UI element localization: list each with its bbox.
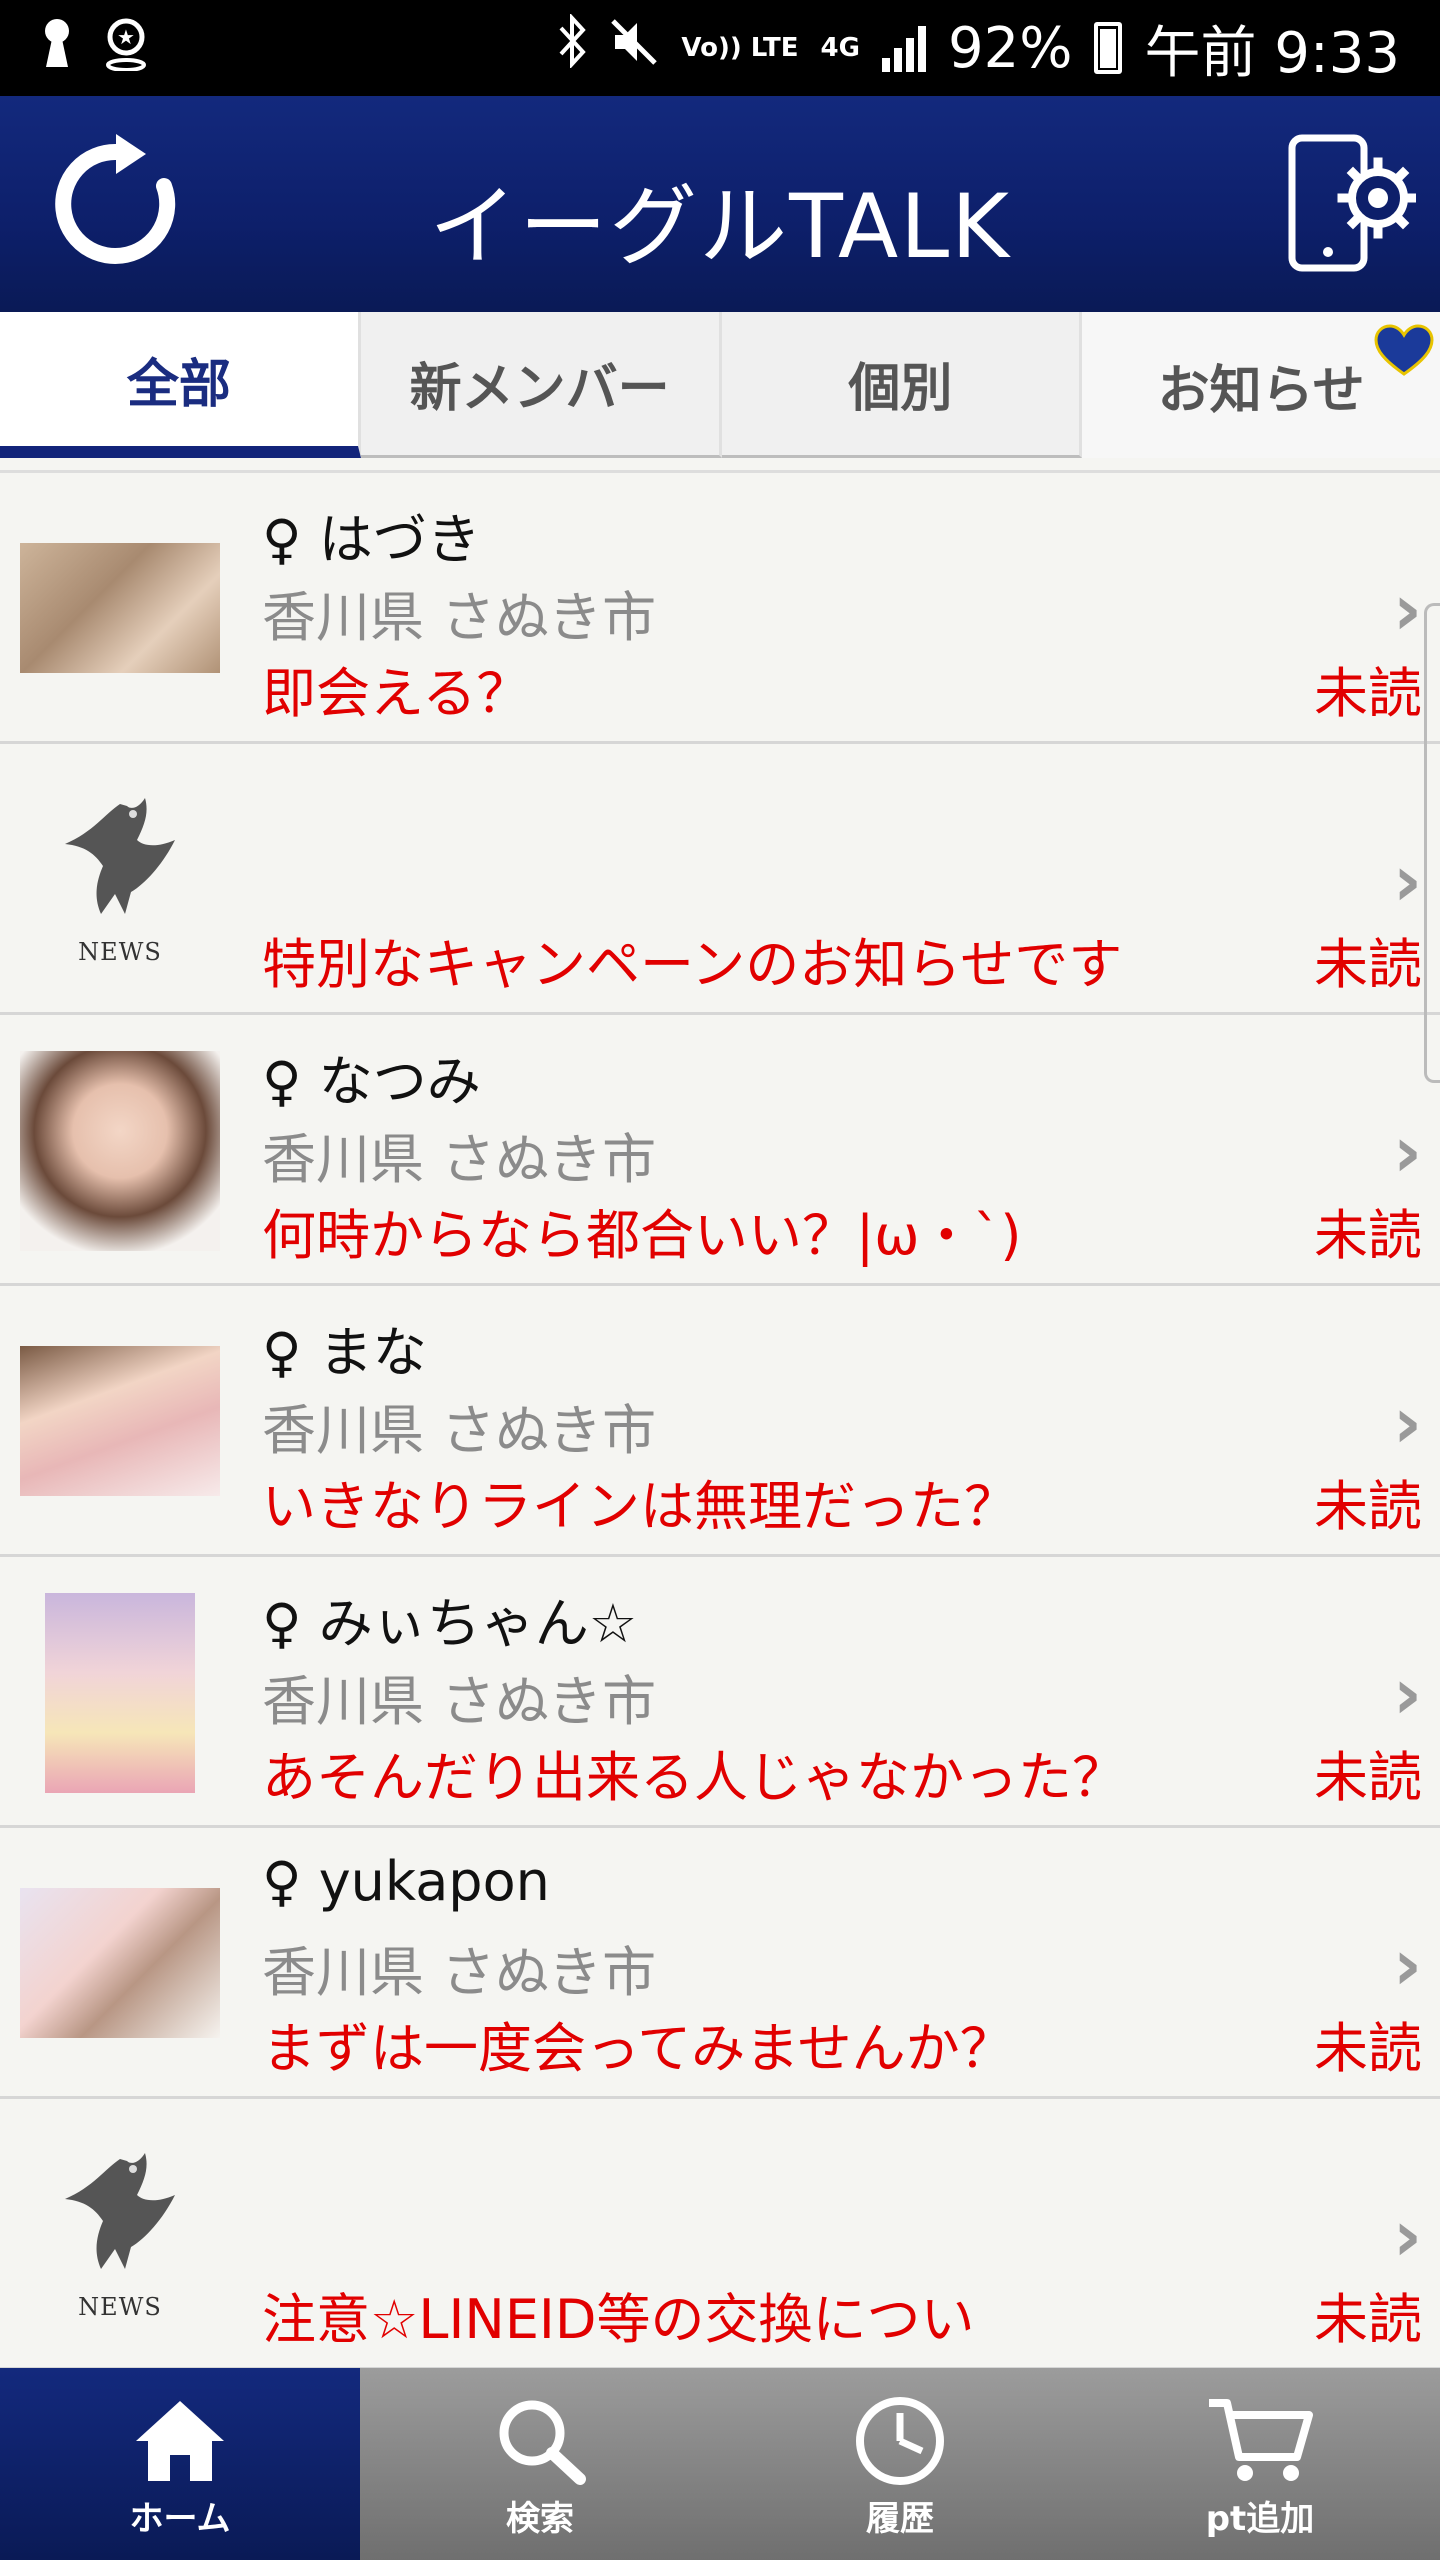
heart-icon xyxy=(1374,324,1434,376)
app-title: イーグルTALK xyxy=(429,175,1011,278)
member-name: ♀ まな xyxy=(262,1321,427,1384)
member-location: 香川県 さぬき市 xyxy=(262,586,657,649)
location-star-icon: ★ xyxy=(102,15,150,82)
volte-indicator: Vo)) LTE xyxy=(681,33,799,63)
nav-home[interactable]: ホーム xyxy=(0,2368,360,2560)
chevron-right-icon: › xyxy=(1393,1924,1422,2006)
eagle-news-icon: NEWS xyxy=(40,2139,200,2329)
battery-icon xyxy=(1094,22,1123,74)
unread-status: 未読 xyxy=(1314,2017,1422,2080)
nav-add-points[interactable]: pt追加 xyxy=(1080,2368,1440,2560)
tab-all[interactable]: 全部 xyxy=(0,312,361,458)
member-location: 香川県 さぬき市 xyxy=(262,1670,657,1733)
member-name: ♀ はづき xyxy=(262,508,481,571)
nav-label: ホーム xyxy=(129,2499,231,2539)
keyhole-icon xyxy=(40,17,74,80)
avatar xyxy=(45,1593,195,1793)
chevron-right-icon: › xyxy=(1393,1653,1422,1735)
app-header: イーグルTALK xyxy=(0,96,1440,312)
clock-icon xyxy=(856,2397,944,2485)
message-preview: 特別なキャンペーンのお知らせです xyxy=(262,933,1123,996)
list-item[interactable]: ♀ まな 香川県 さぬき市 いきなりラインは無理だった？ › 未読 xyxy=(0,1286,1440,1557)
tab-label: 全部 xyxy=(126,354,231,415)
message-preview: 注意☆LINEID等の交換につい xyxy=(262,2288,975,2351)
message-preview: 何時からなら都合いい？|ω・`) xyxy=(262,1204,1022,1267)
list-item[interactable]: ♀ みぃちゃん☆ 香川県 さぬき市 あそんだり出来る人じゃなかった？ › 未読 xyxy=(0,1557,1440,1828)
clock-time: 午前 9:33 xyxy=(1144,20,1400,86)
nav-search[interactable]: 検索 xyxy=(360,2368,720,2560)
member-name: ♀ yukapon xyxy=(262,1850,550,1913)
member-name: ♀ みぃちゃん☆ xyxy=(262,1592,638,1655)
tab-individual[interactable]: 個別 xyxy=(721,312,1083,458)
bottom-nav: ホーム 検索 履歴 pt追加 xyxy=(0,2368,1440,2560)
settings-button[interactable] xyxy=(1286,124,1419,284)
list-item[interactable]: ♀ yukapon 香川県 さぬき市 まずは一度会ってみませんか？ › 未読 xyxy=(0,1828,1440,2099)
mute-icon xyxy=(609,16,659,81)
search-icon xyxy=(499,2400,586,2485)
battery-percent: 92% xyxy=(947,15,1073,81)
tab-notices[interactable]: お知らせ xyxy=(1082,312,1440,458)
member-name: ♀ なつみ xyxy=(262,1050,481,1113)
chevron-right-icon: › xyxy=(1393,840,1422,922)
chevron-right-icon: › xyxy=(1393,569,1422,651)
message-preview: いきなりラインは無理だった？ xyxy=(262,1475,1018,1538)
network-type: 4G xyxy=(820,33,860,63)
list-item[interactable]: ♀ はづき 香川県 さぬき市 即会える？ › 未読 xyxy=(0,473,1440,744)
unread-status: 未読 xyxy=(1314,1475,1422,1538)
tab-bar: 全部 新メンバー 個別 お知らせ xyxy=(0,312,1440,458)
unread-status: 未読 xyxy=(1314,662,1422,725)
unread-status: 未読 xyxy=(1314,933,1422,996)
scroll-handle[interactable] xyxy=(1424,603,1440,1083)
avatar xyxy=(20,1051,220,1251)
status-bar: ★ Vo)) LTE 4G 92% 午前 9:33 xyxy=(0,0,1440,96)
member-location: 香川県 さぬき市 xyxy=(262,1399,657,1462)
chevron-right-icon: › xyxy=(1393,1111,1422,1193)
tab-new-members[interactable]: 新メンバー xyxy=(360,312,722,458)
list-item[interactable]: NEWS 特別なキャンペーンのお知らせです › 未読 xyxy=(0,744,1440,1015)
avatar xyxy=(20,543,220,673)
nav-label: 履歴 xyxy=(866,2499,934,2539)
home-icon xyxy=(136,2401,224,2481)
nav-label: 検索 xyxy=(506,2499,574,2539)
signal-icon xyxy=(881,24,926,72)
avatar xyxy=(20,1346,220,1496)
tab-label: 新メンバー xyxy=(409,359,670,419)
chevron-right-icon: › xyxy=(1393,2195,1422,2277)
unread-status: 未読 xyxy=(1314,1204,1422,1267)
list-item[interactable]: NEWS 注意☆LINEID等の交換につい › 未読 xyxy=(0,2099,1440,2368)
phone-settings-icon xyxy=(1288,134,1419,272)
unread-status: 未読 xyxy=(1314,2288,1422,2351)
bluetooth-icon xyxy=(557,12,587,82)
member-location: 香川県 さぬき市 xyxy=(262,1941,657,2004)
message-preview: あそんだり出来る人じゃなかった？ xyxy=(262,1746,1126,1809)
message-preview: 即会える？ xyxy=(262,662,531,725)
nav-history[interactable]: 履歴 xyxy=(720,2368,1080,2560)
message-list: ♀ はづき 香川県 さぬき市 即会える？ › 未読 NEWS 特別なキャンペーン… xyxy=(0,470,1440,2368)
message-preview: まずは一度会ってみませんか？ xyxy=(262,2017,1014,2080)
unread-status: 未読 xyxy=(1314,1746,1422,1809)
tab-label: 個別 xyxy=(848,359,953,419)
news-label: NEWS xyxy=(78,938,162,966)
avatar xyxy=(20,1888,220,2038)
list-item[interactable]: ♀ なつみ 香川県 さぬき市 何時からなら都合いい？|ω・`) › 未読 xyxy=(0,1015,1440,1286)
member-location: 香川県 さぬき市 xyxy=(262,1128,657,1191)
svg-text:★: ★ xyxy=(117,25,135,49)
eagle-news-icon: NEWS xyxy=(40,784,200,974)
cart-icon xyxy=(1209,2399,1313,2481)
nav-label: pt追加 xyxy=(1205,2499,1315,2539)
news-label: NEWS xyxy=(78,2293,162,2321)
chevron-right-icon: › xyxy=(1393,1382,1422,1464)
tab-label: お知らせ xyxy=(1157,360,1365,421)
